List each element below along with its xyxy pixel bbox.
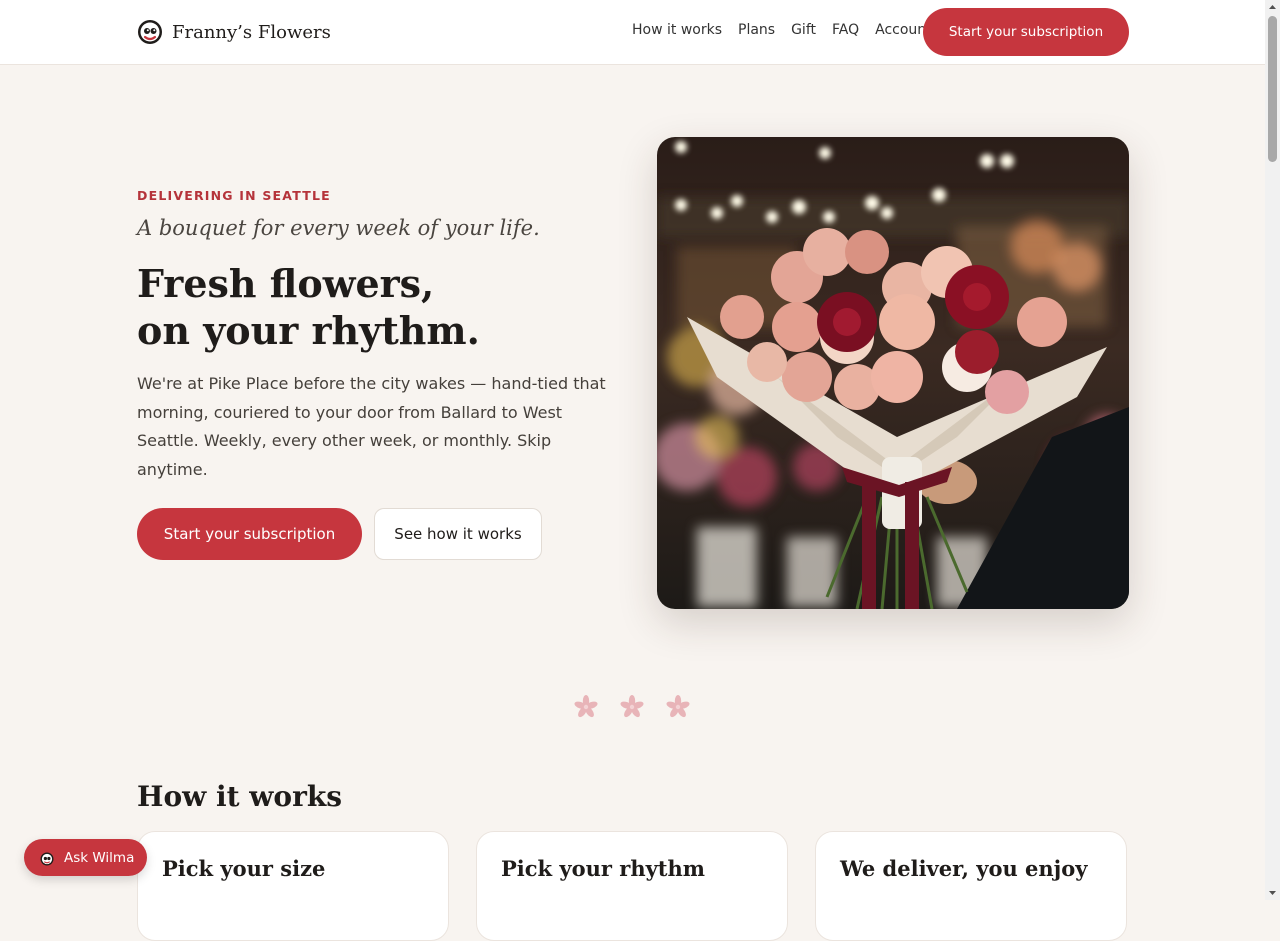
hero-lede: We're at Pike Place before the city wake… (137, 374, 606, 479)
main-nav: How it works Plans Gift FAQ Account (632, 22, 932, 38)
step-card-size: Pick your size (137, 831, 449, 941)
vertical-scrollbar[interactable] (1265, 0, 1280, 900)
scroll-down-arrow-icon[interactable] (1265, 885, 1280, 900)
brand-name: Franny’s Flowers (172, 21, 331, 43)
hero-eyebrow: DELIVERING IN SEATTLE (137, 188, 331, 203)
header-start-subscription-button[interactable]: Start your subscription (923, 8, 1129, 56)
hero-headline-line2: on your rhythm. (137, 308, 480, 353)
step-card-title: Pick your rhythm (501, 856, 705, 881)
section-divider (574, 694, 690, 720)
nav-plans[interactable]: Plans (738, 22, 775, 38)
ask-wilma-chat-button[interactable]: Ask Wilma (24, 839, 147, 876)
hero-headline-line1: Fresh flowers, (137, 261, 435, 306)
nav-how-it-works[interactable]: How it works (632, 22, 722, 38)
ask-wilma-label: Ask Wilma (64, 849, 135, 866)
nav-gift[interactable]: Gift (791, 22, 816, 38)
step-card-rhythm: Pick your rhythm (476, 831, 788, 941)
hero-start-subscription-button[interactable]: Start your subscription (137, 508, 362, 560)
site-header: Franny’s Flowers How it works Plans Gift… (0, 0, 1265, 65)
scroll-up-arrow-icon[interactable] (1265, 0, 1280, 15)
flower-face-icon (40, 851, 54, 865)
brand-link[interactable]: Franny’s Flowers (137, 19, 331, 45)
see-how-it-works-button[interactable]: See how it works (374, 508, 542, 560)
how-it-works-title: How it works (137, 780, 342, 813)
step-card-title: We deliver, you enjoy (840, 856, 1088, 881)
scrollbar-thumb[interactable] (1268, 16, 1277, 162)
step-card-title: Pick your size (162, 856, 326, 881)
flower-divider-icon (666, 695, 690, 718)
nav-faq[interactable]: FAQ (832, 22, 859, 38)
step-card-delivery: We deliver, you enjoy (815, 831, 1127, 941)
flower-face-logo-icon (137, 19, 163, 45)
flower-divider-icon (574, 695, 598, 718)
hero-headline: Fresh flowers, on your rhythm. (137, 260, 607, 354)
hero-bouquet-image (657, 137, 1129, 609)
hero-tagline: A bouquet for every week of your life. (137, 216, 540, 240)
flower-divider-icon (620, 695, 644, 718)
